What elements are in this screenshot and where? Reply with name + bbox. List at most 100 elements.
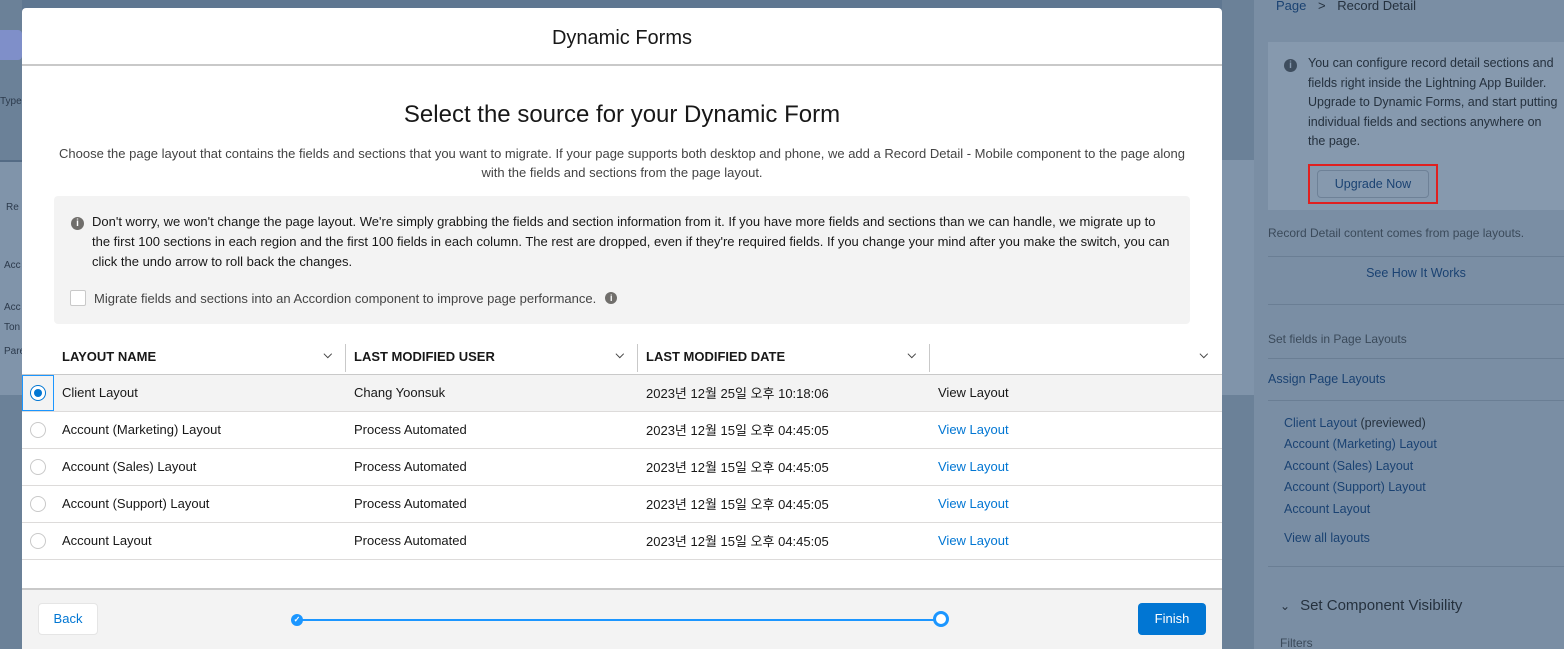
- progress-bar: [302, 619, 938, 621]
- column-header-actions[interactable]: ⌵: [930, 340, 1222, 375]
- table-row[interactable]: Account Layout Process Automated 2023년 1…: [22, 522, 1222, 560]
- layout-link-marketing[interactable]: Account (Marketing) Layout: [1284, 437, 1437, 451]
- modified-date-cell: 2023년 12월 15일 오후 04:45:05: [638, 522, 930, 560]
- layout-name-cell: Account (Marketing) Layout: [54, 411, 346, 449]
- chevron-down-icon[interactable]: ⌵: [616, 349, 624, 362]
- layout-link-client[interactable]: Client Layout (previewed): [1284, 416, 1426, 430]
- breadcrumb: Page > Record Detail: [1276, 0, 1416, 13]
- table-row[interactable]: Account (Sales) Layout Process Automated…: [22, 448, 1222, 486]
- modal-body: Select the source for your Dynamic Form …: [22, 66, 1222, 588]
- accordion-checkbox-label[interactable]: Migrate fields and sections into an Acco…: [94, 291, 596, 306]
- filters-label: Filters: [1280, 636, 1313, 649]
- upgrade-info-text: You can configure record detail sections…: [1308, 56, 1558, 148]
- upgrade-now-button[interactable]: Upgrade Now: [1317, 170, 1429, 198]
- radio-cell[interactable]: [22, 485, 54, 523]
- properties-panel: Page > Record Detail i You can configure…: [1254, 0, 1564, 649]
- background-left-edge: Type Re Acc Acc Ton Pare: [0, 0, 25, 649]
- modal-footer: Back ✓ Finish: [22, 588, 1222, 649]
- accordion-checkbox[interactable]: [70, 290, 86, 306]
- component-visibility-section[interactable]: ⌄ Set Component Visibility: [1280, 597, 1462, 614]
- chevron-down-icon[interactable]: ⌵: [1200, 349, 1208, 362]
- breadcrumb-page-link[interactable]: Page: [1276, 0, 1306, 13]
- assign-page-layouts-link[interactable]: Assign Page Layouts: [1268, 372, 1385, 386]
- modal-header: Dynamic Forms: [22, 8, 1222, 66]
- view-layout-link[interactable]: View Layout: [938, 496, 1009, 511]
- finish-button[interactable]: Finish: [1138, 603, 1206, 635]
- bg-label: Acc: [4, 302, 21, 313]
- chevron-down-icon: ⌄: [1280, 599, 1291, 613]
- modified-date-cell: 2023년 12월 15일 오후 04:45:05: [638, 411, 930, 449]
- table-row[interactable]: Client Layout Chang Yoonsuk 2023년 12월 25…: [22, 374, 1222, 412]
- radio-cell[interactable]: [22, 374, 54, 412]
- background-canvas-strip: [1222, 0, 1254, 649]
- view-layout-link[interactable]: View Layout: [938, 385, 1009, 400]
- view-layout-cell: View Layout: [930, 448, 1222, 486]
- back-button[interactable]: Back: [38, 603, 98, 635]
- progress-step-current[interactable]: [933, 611, 949, 627]
- layout-radio[interactable]: [30, 458, 46, 475]
- visibility-title: Set Component Visibility: [1300, 597, 1463, 614]
- modal-subtitle: Choose the page layout that contains the…: [59, 146, 1185, 180]
- column-header-last-modified-user[interactable]: LAST MODIFIED USER ⌵: [346, 340, 638, 375]
- column-header-label: LAST MODIFIED DATE: [646, 349, 786, 365]
- see-how-it-works-link[interactable]: See How It Works: [1268, 258, 1564, 288]
- notice-text: Don't worry, we won't change the page la…: [92, 214, 1170, 269]
- layout-link-label: Client Layout: [1284, 416, 1357, 430]
- view-layout-link[interactable]: View Layout: [938, 422, 1009, 437]
- layout-radio[interactable]: [30, 532, 46, 549]
- view-all-layouts-link[interactable]: View all layouts: [1284, 531, 1370, 545]
- modified-date-cell: 2023년 12월 15일 오후 04:45:05: [638, 485, 930, 523]
- bg-label: Acc: [4, 260, 21, 271]
- layout-name-cell: Client Layout: [54, 374, 346, 412]
- record-detail-note: Record Detail content comes from page la…: [1268, 226, 1525, 240]
- layouts-table: LAYOUT NAME ⌵ LAST MODIFIED USER ⌵ LAST MO…: [22, 340, 1222, 560]
- divider: [1268, 256, 1564, 257]
- layout-name-cell: Account Layout: [54, 522, 346, 560]
- view-layout-link[interactable]: View Layout: [938, 459, 1009, 474]
- table-row[interactable]: Account (Marketing) Layout Process Autom…: [22, 411, 1222, 449]
- radio-cell[interactable]: [22, 522, 54, 560]
- bg-label: Re: [6, 202, 19, 213]
- radio-cell[interactable]: [22, 448, 54, 486]
- divider: [1268, 400, 1564, 401]
- view-layout-cell: View Layout: [930, 522, 1222, 560]
- breadcrumb-separator: >: [1318, 0, 1326, 13]
- divider: [1268, 304, 1564, 305]
- info-icon[interactable]: i: [605, 292, 618, 304]
- layout-radio[interactable]: [30, 495, 46, 512]
- column-header-layout-name[interactable]: LAYOUT NAME ⌵: [54, 340, 346, 375]
- check-icon[interactable]: ✓: [291, 614, 303, 626]
- layout-link-support[interactable]: Account (Support) Layout: [1284, 480, 1426, 494]
- layout-name-cell: Account (Sales) Layout: [54, 448, 346, 486]
- modified-user-cell: Process Automated: [346, 485, 638, 523]
- breadcrumb-current: Record Detail: [1337, 0, 1416, 13]
- table-header-row: LAYOUT NAME ⌵ LAST MODIFIED USER ⌵ LAST MO…: [22, 340, 1222, 375]
- modal-title: Select the source for your Dynamic Form: [403, 101, 841, 128]
- app-tile-icon: [0, 30, 22, 60]
- chevron-down-icon[interactable]: ⌵: [324, 349, 332, 362]
- divider: [1268, 566, 1564, 567]
- modified-user-cell: Process Automated: [346, 448, 638, 486]
- upgrade-info-box: i You can configure record detail sectio…: [1268, 42, 1564, 210]
- modified-date-cell: 2023년 12월 15일 오후 04:45:05: [638, 448, 930, 486]
- column-header-label: LAST MODIFIED USER: [354, 349, 495, 365]
- column-header-last-modified-date[interactable]: LAST MODIFIED DATE ⌵: [638, 340, 930, 375]
- table-row[interactable]: Account (Support) Layout Process Automat…: [22, 485, 1222, 523]
- layout-link-account[interactable]: Account Layout: [1284, 502, 1370, 516]
- view-layout-cell: View Layout: [930, 411, 1222, 449]
- set-fields-label: Set fields in Page Layouts: [1268, 332, 1407, 346]
- modified-date-cell: 2023년 12월 25일 오후 10:18:06: [638, 374, 930, 412]
- layout-link-sales[interactable]: Account (Sales) Layout: [1284, 459, 1413, 473]
- accordion-option: Migrate fields and sections into an Acco…: [70, 290, 618, 306]
- bg-label: Ton: [4, 322, 21, 333]
- modified-user-cell: Process Automated: [346, 411, 638, 449]
- layout-radio[interactable]: [30, 421, 46, 438]
- radio-cell[interactable]: [22, 411, 54, 449]
- layout-radio-selected[interactable]: [30, 384, 46, 401]
- migration-notice: i Don't worry, we won't change the page …: [54, 196, 1190, 324]
- chevron-down-icon[interactable]: ⌵: [908, 349, 916, 362]
- divider: [1268, 358, 1564, 359]
- view-layout-link[interactable]: View Layout: [938, 533, 1009, 548]
- info-icon: i: [1284, 59, 1297, 72]
- view-layout-cell: View Layout: [930, 374, 1222, 412]
